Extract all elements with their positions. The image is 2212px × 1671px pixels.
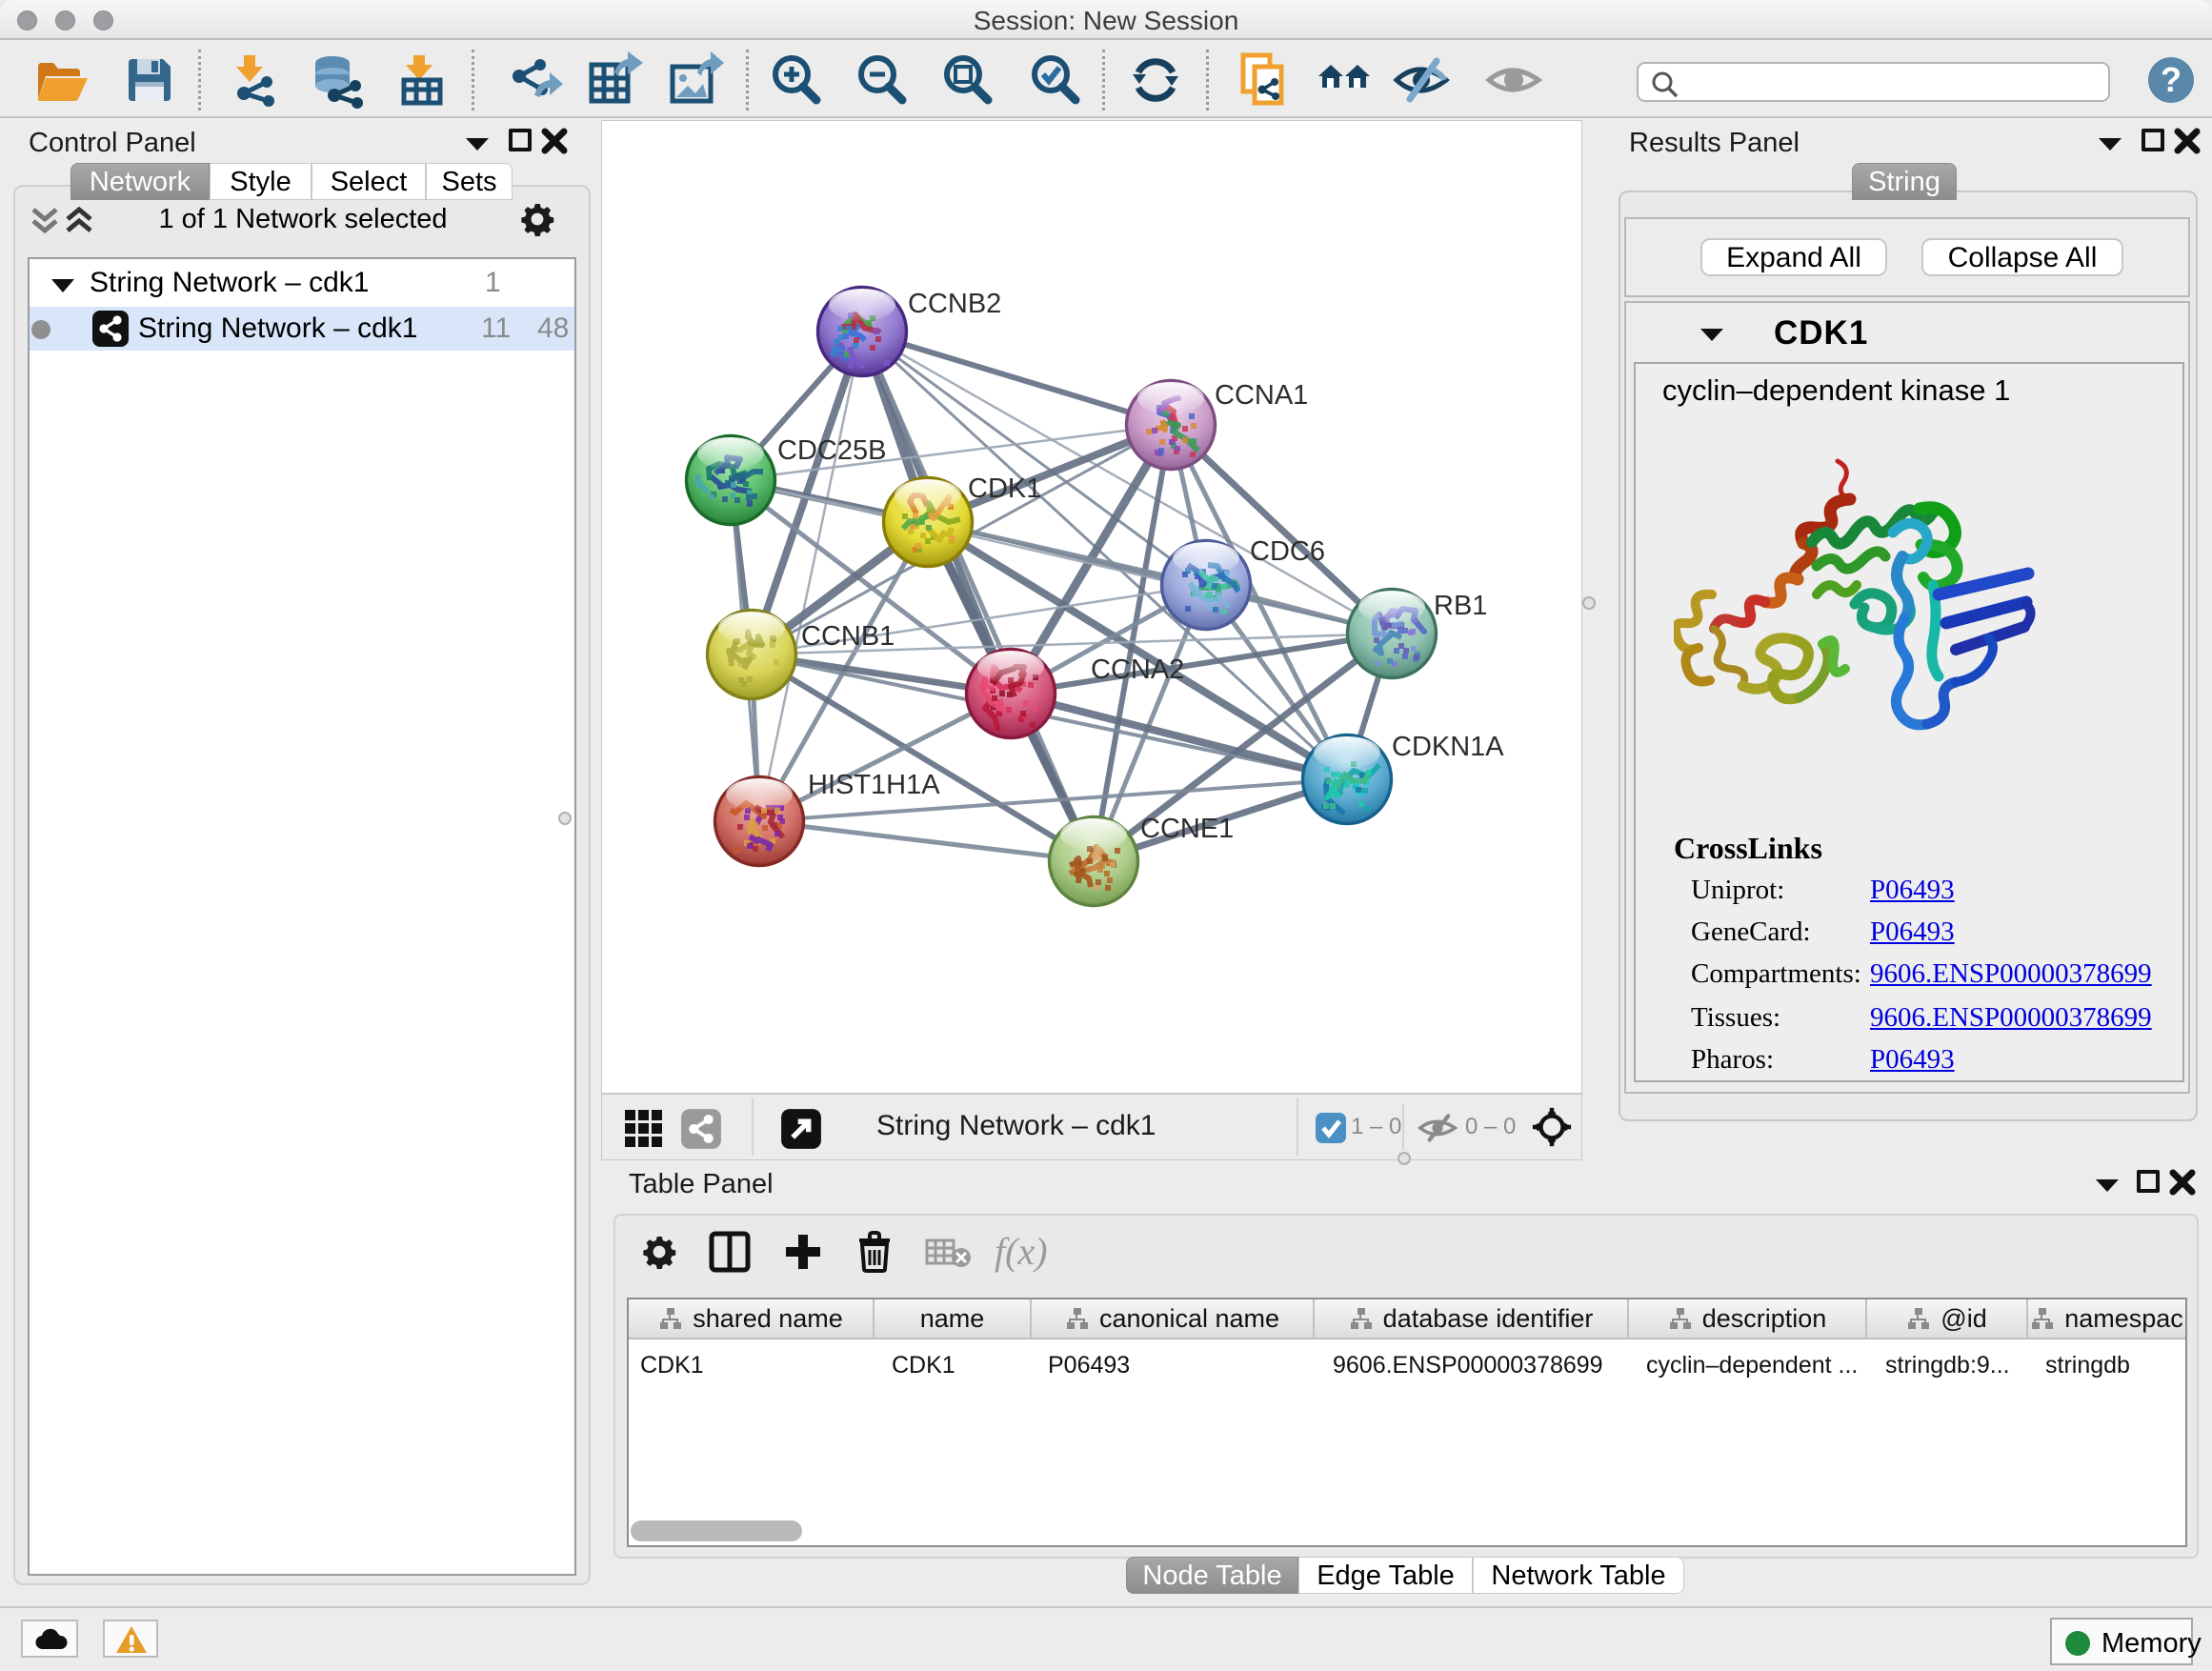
svg-text:CCNA1: CCNA1: [1215, 380, 1308, 411]
svg-text:CCNE1: CCNE1: [1140, 814, 1234, 844]
svg-text:CDC25B: CDC25B: [777, 435, 886, 466]
svg-text:RB1: RB1: [1434, 591, 1487, 621]
svg-text:HIST1H1A: HIST1H1A: [808, 770, 940, 800]
svg-text:CCNB1: CCNB1: [801, 621, 895, 652]
svg-text:CCNA2: CCNA2: [1091, 654, 1184, 685]
svg-text:CDKN1A: CDKN1A: [1392, 732, 1504, 762]
svg-text:?: ?: [2161, 60, 2182, 99]
svg-text:CDK1: CDK1: [968, 473, 1041, 504]
svg-text:CDC6: CDC6: [1250, 536, 1325, 567]
svg-text:CCNB2: CCNB2: [908, 289, 1001, 319]
